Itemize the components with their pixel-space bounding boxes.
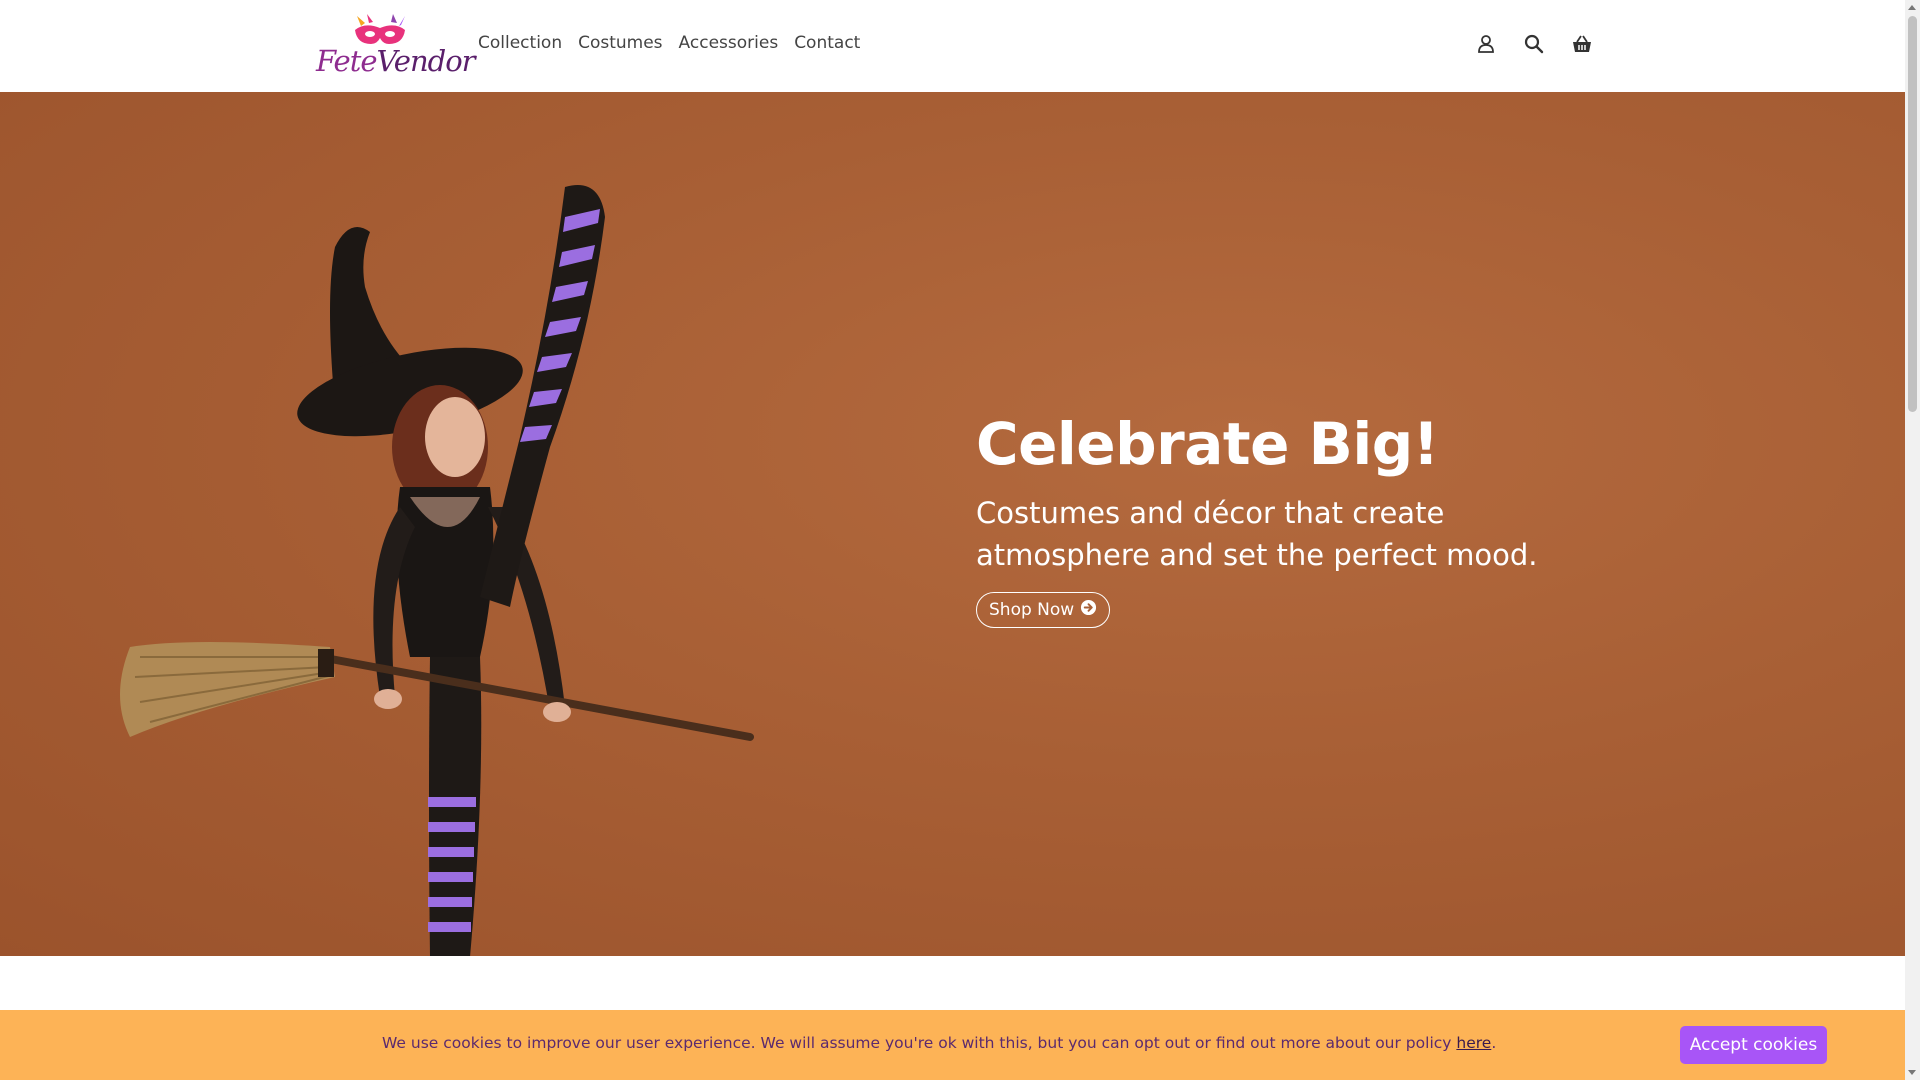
page-scrollbar[interactable] [1905, 0, 1920, 1080]
brand-wordmark: FeteVendor [316, 44, 476, 78]
mask-icon [355, 14, 405, 44]
search-icon[interactable] [1523, 33, 1545, 55]
nav-accessories[interactable]: Accessories [679, 33, 779, 53]
hero-banner: Celebrate Big! Costumes and décor that c… [0, 92, 1905, 956]
main-nav: Collection Costumes Accessories Contact [478, 33, 876, 53]
hero-subtitle: Costumes and décor that create atmospher… [976, 496, 1538, 572]
accept-cookies-button[interactable]: Accept cookies [1680, 1026, 1827, 1064]
cookie-message: We use cookies to improve our user exper… [382, 1034, 1497, 1052]
nav-collection[interactable]: Collection [478, 33, 562, 53]
shop-now-button[interactable]: Shop Now [976, 592, 1111, 628]
cookie-banner: We use cookies to improve our user exper… [0, 1010, 1905, 1080]
brand-logo[interactable]: FeteVendor [314, 14, 476, 78]
scroll-thumb[interactable] [1908, 16, 1917, 412]
hero-title: Celebrate Big! [976, 410, 1439, 478]
header-icons [1475, 33, 1593, 55]
scroll-up-arrow-icon[interactable] [1908, 5, 1916, 10]
nav-costumes[interactable]: Costumes [578, 33, 662, 53]
witch-illustration [120, 185, 754, 956]
arrow-circle-right-icon [1080, 599, 1097, 621]
basket-icon[interactable] [1571, 33, 1593, 55]
cookie-policy-link[interactable]: here [1456, 1034, 1491, 1052]
user-icon[interactable] [1475, 33, 1497, 55]
site-header: FeteVendor Collection Costumes Accessori… [0, 0, 1905, 93]
nav-contact[interactable]: Contact [794, 33, 860, 53]
scroll-down-arrow-icon[interactable] [1908, 1070, 1916, 1075]
shop-now-label: Shop Now [989, 600, 1075, 620]
